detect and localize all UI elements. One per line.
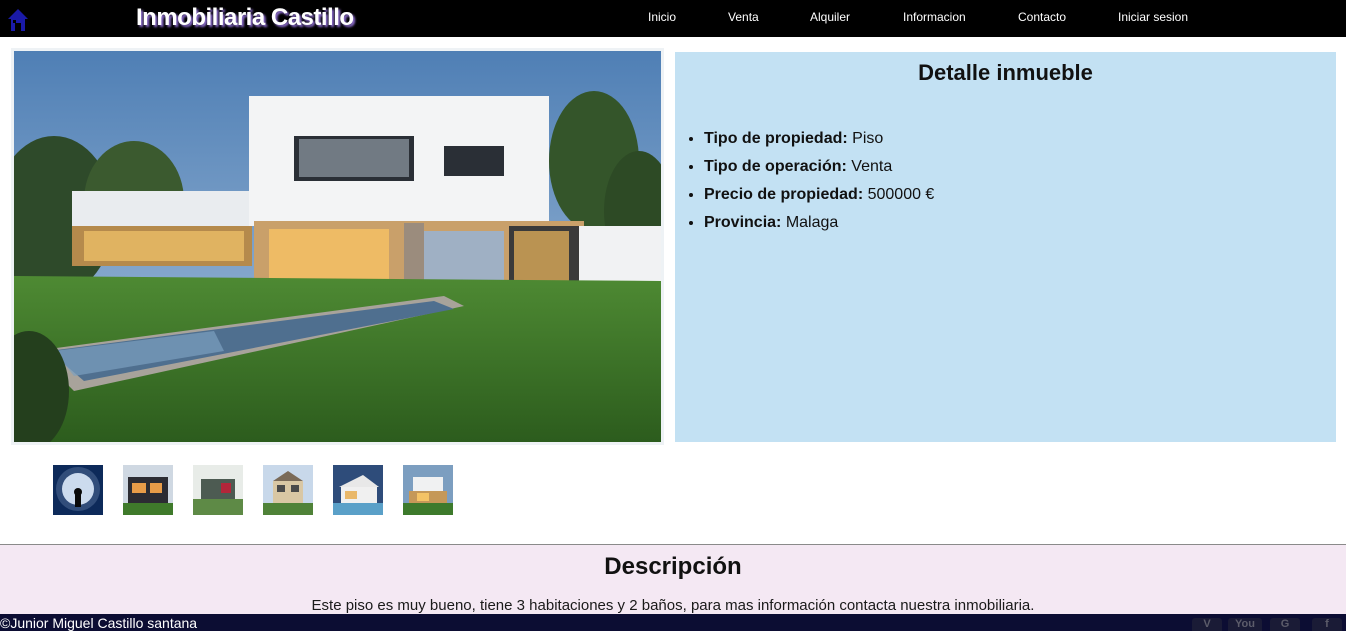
detail-label: Provincia: bbox=[704, 214, 782, 231]
nav-link-venta[interactable]: Venta bbox=[728, 10, 759, 24]
thumbnail-4[interactable] bbox=[263, 465, 313, 515]
detail-item-tipo-propiedad: Tipo de propiedad: Piso bbox=[704, 129, 934, 157]
detail-label: Precio de propiedad: bbox=[704, 186, 864, 203]
nav-link-alquiler[interactable]: Alquiler bbox=[810, 10, 850, 24]
description-title: Descripción bbox=[604, 553, 742, 580]
thumbnail-5[interactable] bbox=[333, 465, 383, 515]
detail-title: Detalle inmueble bbox=[918, 60, 1093, 85]
main-property-photo bbox=[11, 48, 664, 445]
thumbnail-3[interactable] bbox=[193, 465, 243, 515]
youtube-icon[interactable]: You bbox=[1228, 618, 1262, 631]
thumbnail-6[interactable] bbox=[403, 465, 453, 515]
detail-label: Tipo de propiedad: bbox=[704, 130, 848, 147]
footer-copyright: ©Junior Miguel Castillo santana bbox=[0, 615, 198, 631]
detail-value: Venta bbox=[851, 158, 893, 175]
detail-value: Piso bbox=[852, 130, 884, 147]
description-section: Descripción Este piso es muy bueno, tien… bbox=[0, 544, 1346, 614]
detail-value: 500000 € bbox=[867, 186, 935, 203]
google-plus-icon[interactable]: G bbox=[1270, 618, 1300, 631]
detail-item-tipo-operacion: Tipo de operación: Venta bbox=[704, 157, 934, 185]
footer: ©Junior Miguel Castillo santana V You G … bbox=[0, 614, 1346, 631]
nav-link-contacto[interactable]: Contacto bbox=[1018, 10, 1066, 24]
detail-item-provincia: Provincia: Malaga bbox=[704, 213, 934, 241]
brand-title: Inmobiliaria Castillo bbox=[136, 4, 354, 31]
detail-panel: Detalle inmueble Tipo de propiedad: Piso… bbox=[675, 52, 1336, 442]
nav-link-informacion[interactable]: Informacion bbox=[903, 10, 966, 24]
detail-item-precio: Precio de propiedad: 500000 € bbox=[704, 185, 934, 213]
top-navbar: Inmobiliaria Castillo Inicio Venta Alqui… bbox=[0, 0, 1346, 37]
detail-label: Tipo de operación: bbox=[704, 158, 847, 175]
house-icon bbox=[8, 9, 28, 31]
detail-value: Malaga bbox=[785, 214, 839, 231]
thumbnail-1[interactable] bbox=[53, 465, 103, 515]
detail-list: Tipo de propiedad: Piso Tipo de operació… bbox=[704, 129, 934, 241]
facebook-icon[interactable]: f bbox=[1312, 618, 1342, 631]
home-button[interactable] bbox=[7, 8, 29, 32]
vimeo-icon[interactable]: V bbox=[1192, 618, 1222, 631]
thumbnail-2[interactable] bbox=[123, 465, 173, 515]
description-text: Este piso es muy bueno, tiene 3 habitaci… bbox=[311, 597, 1035, 614]
nav-link-iniciar-sesion[interactable]: Iniciar sesion bbox=[1118, 10, 1188, 24]
nav-link-inicio[interactable]: Inicio bbox=[648, 10, 676, 24]
